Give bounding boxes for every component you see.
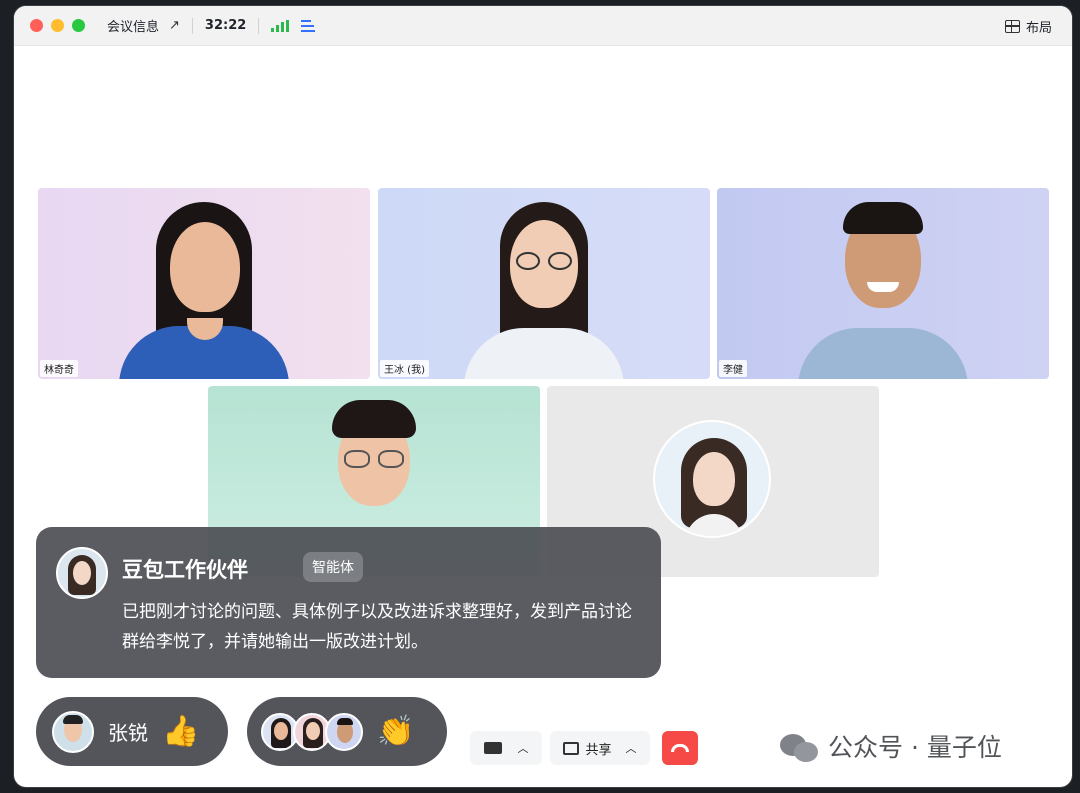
meeting-timer: 32:22 bbox=[204, 18, 247, 33]
camera-icon bbox=[483, 742, 502, 754]
ai-assistant-notification: 豆包工作伙伴 智能体 已把刚才讨论的问题、具体例子以及改进诉求整理好，发到产品讨… bbox=[36, 527, 661, 678]
share-screen-button[interactable]: 共享 ︿ bbox=[550, 731, 650, 765]
video-toggle-button[interactable]: ︿ bbox=[470, 731, 542, 765]
meeting-info-button[interactable]: 会议信息 ↗ bbox=[107, 16, 180, 35]
participant-name: 王冰 (我) bbox=[380, 360, 429, 377]
video-tile[interactable]: 林奇奇 bbox=[38, 188, 370, 379]
share-label: 共享 bbox=[585, 742, 612, 758]
meeting-info-label: 会议信息 bbox=[107, 20, 160, 35]
divider bbox=[191, 17, 193, 34]
agenda-list-icon[interactable] bbox=[301, 19, 317, 33]
close-window-button[interactable] bbox=[30, 19, 43, 32]
watermark-text: 公众号 · 量子位 bbox=[828, 733, 1002, 762]
thumbs-up-icon: 👍 bbox=[162, 714, 200, 749]
video-tile[interactable]: 王冰 (我) bbox=[378, 188, 710, 379]
user-avatar bbox=[52, 710, 94, 753]
layout-label: 布局 bbox=[1025, 21, 1052, 36]
share-screen-icon bbox=[563, 741, 580, 755]
reaction-pill-group: 👏 bbox=[247, 697, 447, 766]
hang-up-icon bbox=[671, 744, 689, 752]
participant-name: 林奇奇 bbox=[40, 360, 78, 377]
zoom-window-button[interactable] bbox=[72, 19, 85, 32]
share-arrow-icon[interactable]: ↗ bbox=[169, 18, 180, 33]
divider bbox=[258, 17, 260, 34]
user-avatar bbox=[325, 712, 363, 751]
participant-video bbox=[773, 188, 993, 379]
layout-button[interactable]: 布局 bbox=[1004, 17, 1052, 36]
agent-badge: 智能体 bbox=[303, 552, 363, 582]
participant-name: 李健 bbox=[719, 360, 747, 377]
video-tile[interactable]: 李健 bbox=[717, 188, 1049, 379]
network-signal-icon[interactable] bbox=[271, 19, 290, 32]
participant-video bbox=[94, 188, 314, 379]
meeting-window: 会议信息 ↗ 32:22 布局 林奇奇 王冰 (我) 李健 豆包工作伙伴 智能体… bbox=[14, 6, 1072, 787]
ai-assistant-avatar bbox=[56, 547, 108, 599]
chevron-up-icon[interactable]: ︿ bbox=[518, 740, 529, 756]
ai-assistant-name: 豆包工作伙伴 bbox=[122, 558, 248, 582]
wechat-icon bbox=[780, 730, 820, 762]
ai-assistant-message: 已把刚才讨论的问题、具体例子以及改进诉求整理好，发到产品讨论群给李悦了，并请她输… bbox=[122, 602, 632, 652]
clapping-hands-icon: 👏 bbox=[377, 714, 415, 749]
minimize-window-button[interactable] bbox=[51, 19, 64, 32]
watermark: 公众号 · 量子位 bbox=[780, 728, 1002, 764]
reaction-user-name: 张锐 bbox=[108, 721, 148, 745]
title-bar: 会议信息 ↗ 32:22 布局 bbox=[14, 6, 1072, 46]
reaction-pill: 张锐 👍 bbox=[36, 697, 228, 766]
participant-avatar bbox=[653, 420, 771, 538]
window-controls bbox=[30, 19, 85, 32]
chevron-up-icon[interactable]: ︿ bbox=[626, 740, 637, 756]
grid-layout-icon bbox=[1004, 20, 1020, 33]
participant-video bbox=[434, 188, 654, 379]
end-call-button[interactable] bbox=[662, 731, 698, 765]
